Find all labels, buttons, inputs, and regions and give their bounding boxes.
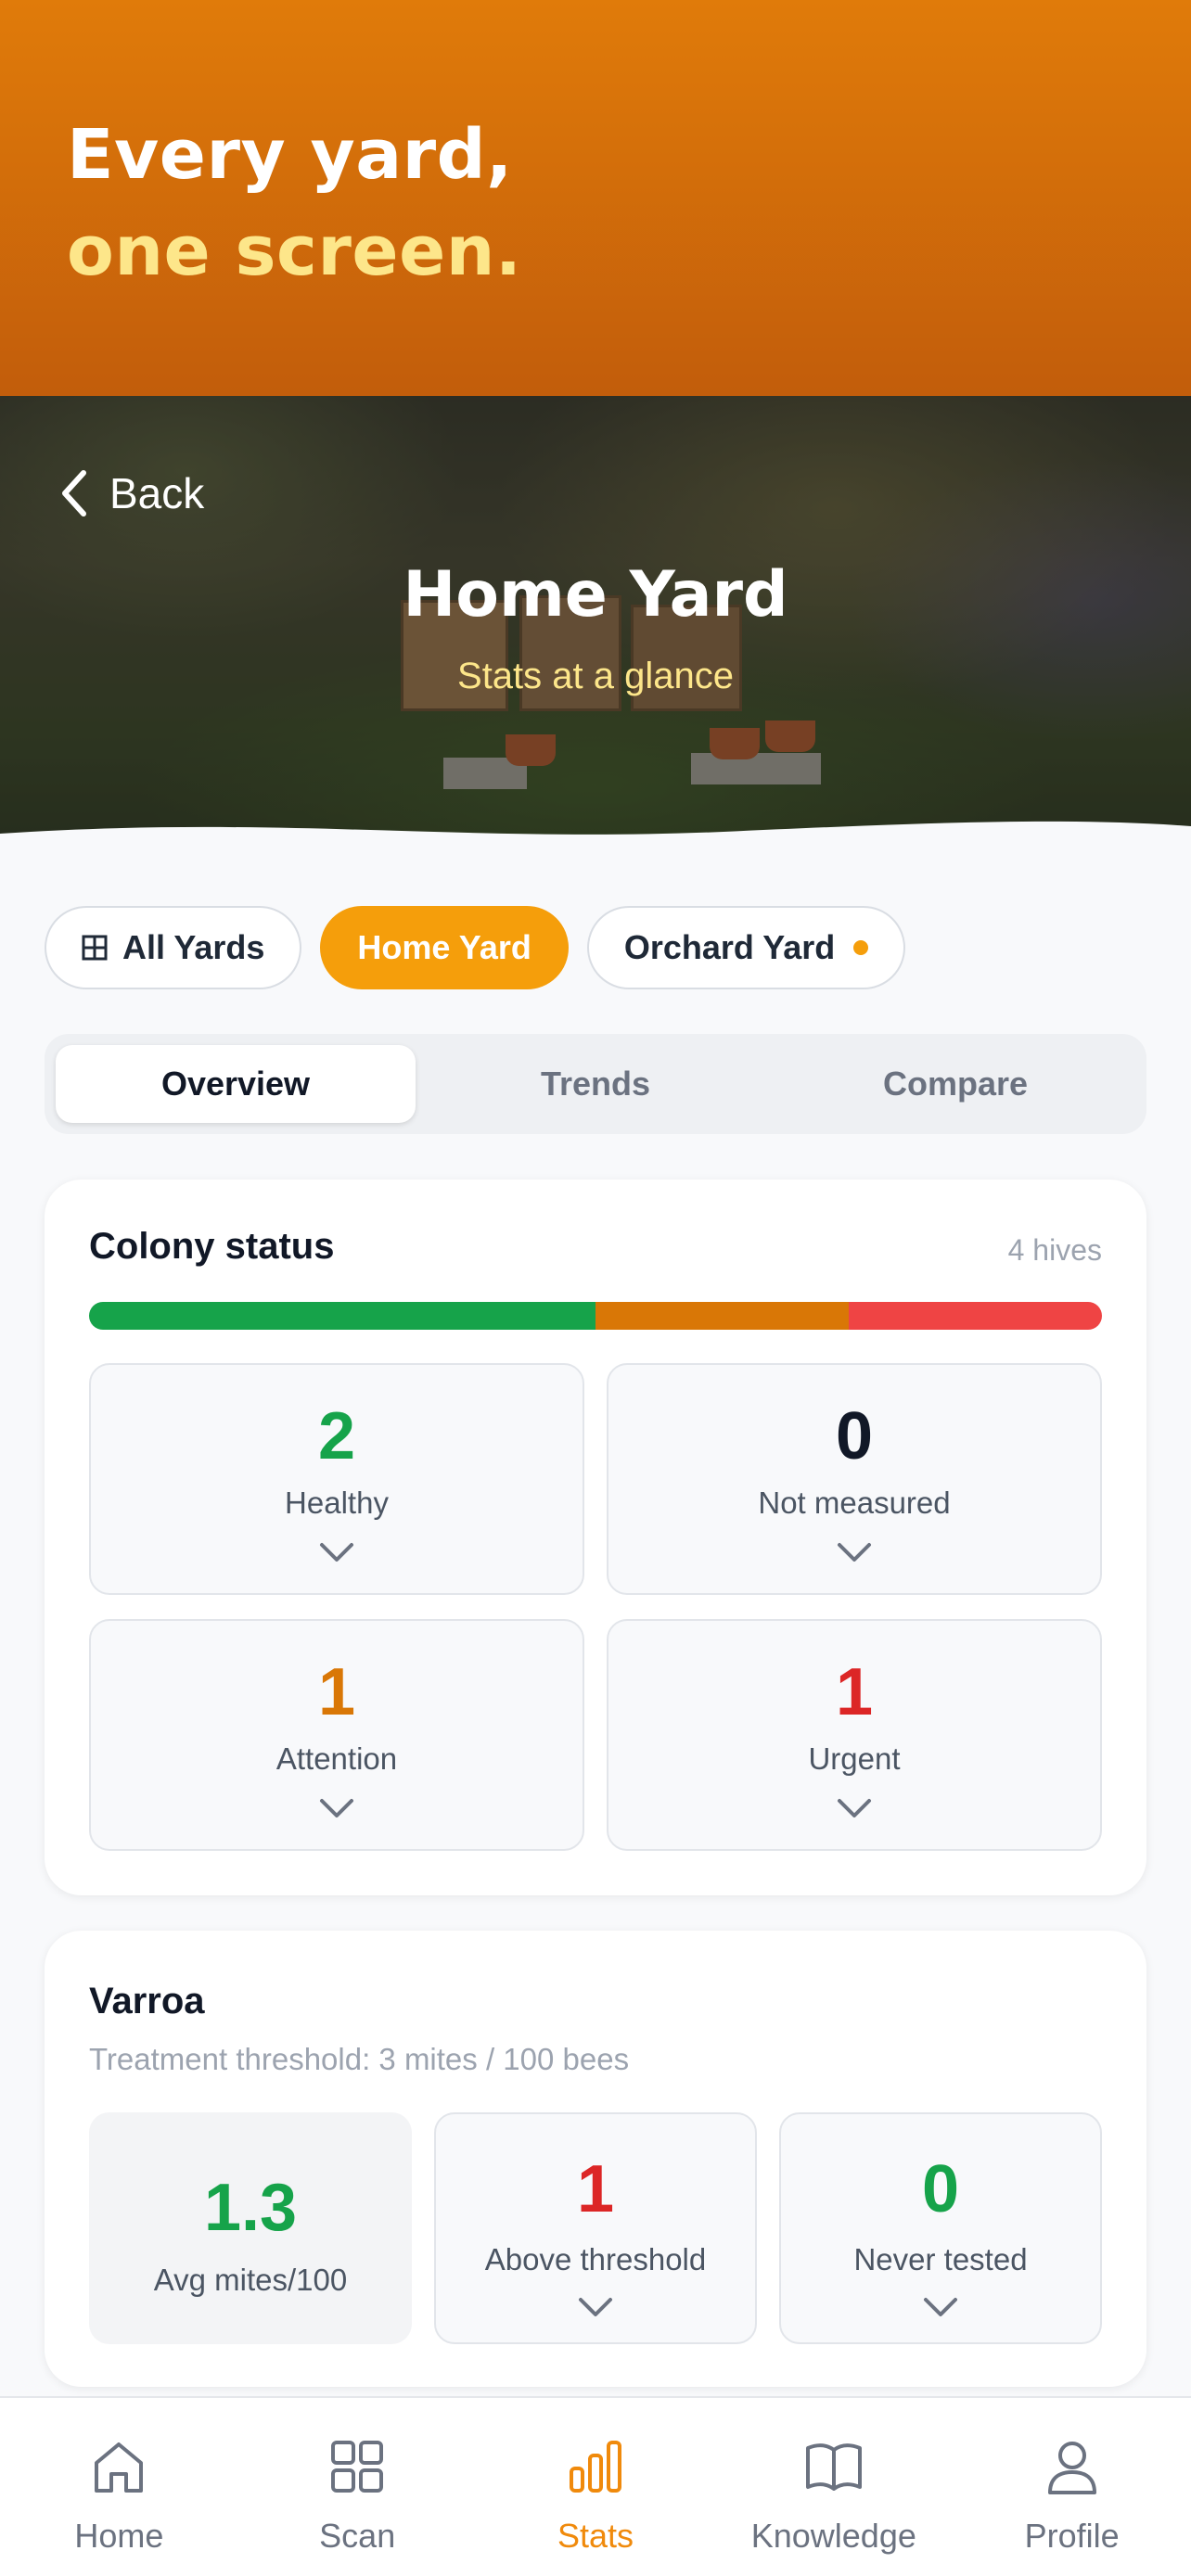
- varroa-tile-never-tested[interactable]: 0 Never tested: [779, 2112, 1102, 2344]
- back-button[interactable]: Back: [59, 461, 204, 526]
- chip-home-yard[interactable]: Home Yard: [320, 906, 569, 989]
- page-subtitle: Stats at a glance: [457, 656, 734, 696]
- status-tile-attention[interactable]: 1 Attention: [89, 1619, 584, 1851]
- card-subtitle: Treatment threshold: 3 mites / 100 bees: [89, 2042, 630, 2076]
- chip-label: Orchard Yard: [623, 928, 836, 966]
- user-icon: [1047, 2442, 1096, 2494]
- status-progress-bar: [89, 1302, 1102, 1330]
- status-segment-attention: [596, 1302, 849, 1330]
- yard-filter-chips: All Yards Home Yard Orchard Yard: [45, 906, 906, 989]
- nav-label: Profile: [1024, 2517, 1120, 2555]
- tile-value: 1: [576, 2152, 615, 2226]
- tile-label: Never tested: [853, 2242, 1028, 2276]
- colony-status-card: Colony status 4 hives 2 Healthy 0 Not me…: [45, 1180, 1146, 1895]
- tile-label: Above threshold: [484, 2242, 707, 2276]
- nav-item-stats[interactable]: Stats: [477, 2398, 715, 2576]
- tile-label: Urgent: [808, 1741, 901, 1776]
- chevron-down-icon: [838, 1543, 871, 1562]
- bottom-nav-bar: Home Scan Stats Knowledge Profile: [0, 2396, 1191, 2576]
- chip-label: Home Yard: [357, 928, 531, 966]
- tile-value: 0: [835, 1399, 874, 1473]
- status-segment-healthy: [89, 1302, 596, 1330]
- card-title: Varroa: [89, 1981, 205, 2021]
- hive-count: 4 hives: [1007, 1233, 1102, 1267]
- chevron-down-icon: [924, 2298, 957, 2316]
- tile-label: Attention: [275, 1741, 398, 1776]
- book-icon: [805, 2443, 862, 2491]
- page-title: Home Yard: [403, 558, 788, 631]
- chevron-down-icon: [579, 2298, 612, 2316]
- nav-item-profile[interactable]: Profile: [953, 2398, 1191, 2576]
- view-tabs: Overview Trends Compare: [45, 1034, 1146, 1134]
- chip-label: All Yards: [122, 928, 265, 966]
- tab-compare[interactable]: Compare: [775, 1045, 1135, 1123]
- card-title: Colony status: [89, 1226, 335, 1267]
- nav-item-scan[interactable]: Scan: [238, 2398, 477, 2576]
- nav-item-knowledge[interactable]: Knowledge: [714, 2398, 953, 2576]
- grid-icon: [82, 935, 108, 961]
- tab-trends[interactable]: Trends: [416, 1045, 775, 1123]
- chip-all-yards[interactable]: All Yards: [45, 906, 302, 989]
- tile-value: 2: [317, 1399, 356, 1473]
- promo-headline-line1: Every yard,: [67, 115, 513, 195]
- hero-header: Back Home Yard Stats at a glance: [0, 396, 1191, 869]
- back-label: Back: [109, 469, 205, 517]
- chip-orchard-yard[interactable]: Orchard Yard: [586, 906, 906, 989]
- grid-icon: [331, 2441, 384, 2493]
- home-icon: [95, 2442, 144, 2493]
- varroa-card: Varroa Treatment threshold: 3 mites / 10…: [45, 1931, 1146, 2387]
- nav-label: Knowledge: [750, 2517, 916, 2555]
- status-tile-urgent[interactable]: 1 Urgent: [607, 1619, 1102, 1851]
- tile-value: 1: [317, 1655, 356, 1729]
- wave-divider: [0, 821, 1191, 869]
- status-segment-urgent: [849, 1302, 1102, 1330]
- nav-item-home[interactable]: Home: [0, 2398, 238, 2576]
- alert-dot: [853, 940, 869, 955]
- tab-overview[interactable]: Overview: [56, 1045, 416, 1123]
- tile-value: 1.3: [203, 2171, 298, 2245]
- status-tile-healthy[interactable]: 2 Healthy: [89, 1363, 584, 1595]
- tile-value: 1: [835, 1655, 874, 1729]
- chevron-down-icon: [838, 1799, 871, 1817]
- nav-label: Stats: [557, 2517, 634, 2555]
- tile-label: Avg mites/100: [153, 2263, 348, 2297]
- tile-label: Not measured: [758, 1486, 951, 1520]
- nav-label: Home: [74, 2517, 164, 2555]
- chevron-down-icon: [320, 1799, 353, 1817]
- varroa-tile-above-threshold[interactable]: 1 Above threshold: [434, 2112, 757, 2344]
- status-tile-not-measured[interactable]: 0 Not measured: [607, 1363, 1102, 1595]
- chevron-left-icon: [62, 470, 86, 516]
- varroa-tile-avg-mites: 1.3 Avg mites/100: [89, 2112, 412, 2344]
- promo-banner: Every yard, one screen.: [0, 0, 1191, 396]
- tile-value: 0: [921, 2152, 960, 2226]
- bar-chart-icon: [569, 2441, 621, 2493]
- chevron-down-icon: [320, 1543, 353, 1562]
- nav-label: Scan: [319, 2517, 396, 2555]
- promo-headline-line2: one screen.: [67, 211, 522, 291]
- tile-label: Healthy: [285, 1486, 389, 1520]
